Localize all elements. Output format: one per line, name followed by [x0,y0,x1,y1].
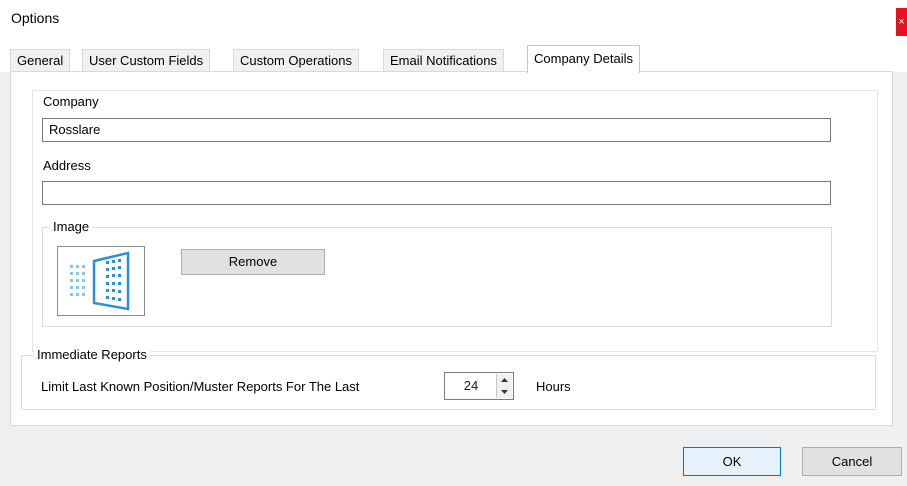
title-bar: Options × [0,0,907,38]
tab-company-details[interactable]: Company Details [527,45,640,73]
cancel-button[interactable]: Cancel [802,447,902,476]
company-label: Company [43,94,99,109]
dialog-footer: OK Cancel [0,426,907,486]
immediate-reports-legend: Immediate Reports [34,347,150,362]
chevron-up-icon [501,378,508,382]
tab-general[interactable]: General [10,49,71,71]
image-group-legend: Image [50,219,93,234]
address-label: Address [43,158,91,173]
tab-custom-operations[interactable]: Custom Operations [233,49,359,71]
chevron-down-icon [501,390,508,394]
dialog-title: Options [11,10,60,26]
company-details-page: Company Rosslare Address Image Remove Im… [10,71,893,426]
image-group: Image Remove [42,219,832,327]
close-button[interactable]: × [896,8,907,36]
hours-stepper[interactable]: 24 [444,372,514,400]
remove-image-button[interactable]: Remove [181,249,325,275]
options-dialog: Options × General User Custom Fields Cus… [0,0,907,486]
ok-button[interactable]: OK [683,447,781,476]
close-icon: × [898,16,905,28]
company-input[interactable]: Rosslare [42,118,831,142]
hours-value: 24 [463,378,479,393]
stepper-buttons [496,374,512,398]
hours-unit-label: Hours [536,379,571,394]
tab-email-notifications[interactable]: Email Notifications [383,49,504,71]
limit-reports-label: Limit Last Known Position/Muster Reports… [41,379,360,394]
tab-user-custom-fields[interactable]: User Custom Fields [82,49,211,71]
company-image[interactable] [57,246,145,316]
immediate-reports-group: Immediate Reports Limit Last Known Posit… [21,347,876,410]
tab-strip: General User Custom Fields Custom Operat… [0,38,907,73]
building-logo-icon [70,251,130,311]
stepper-down-button[interactable] [497,386,512,398]
address-input[interactable] [42,181,831,205]
